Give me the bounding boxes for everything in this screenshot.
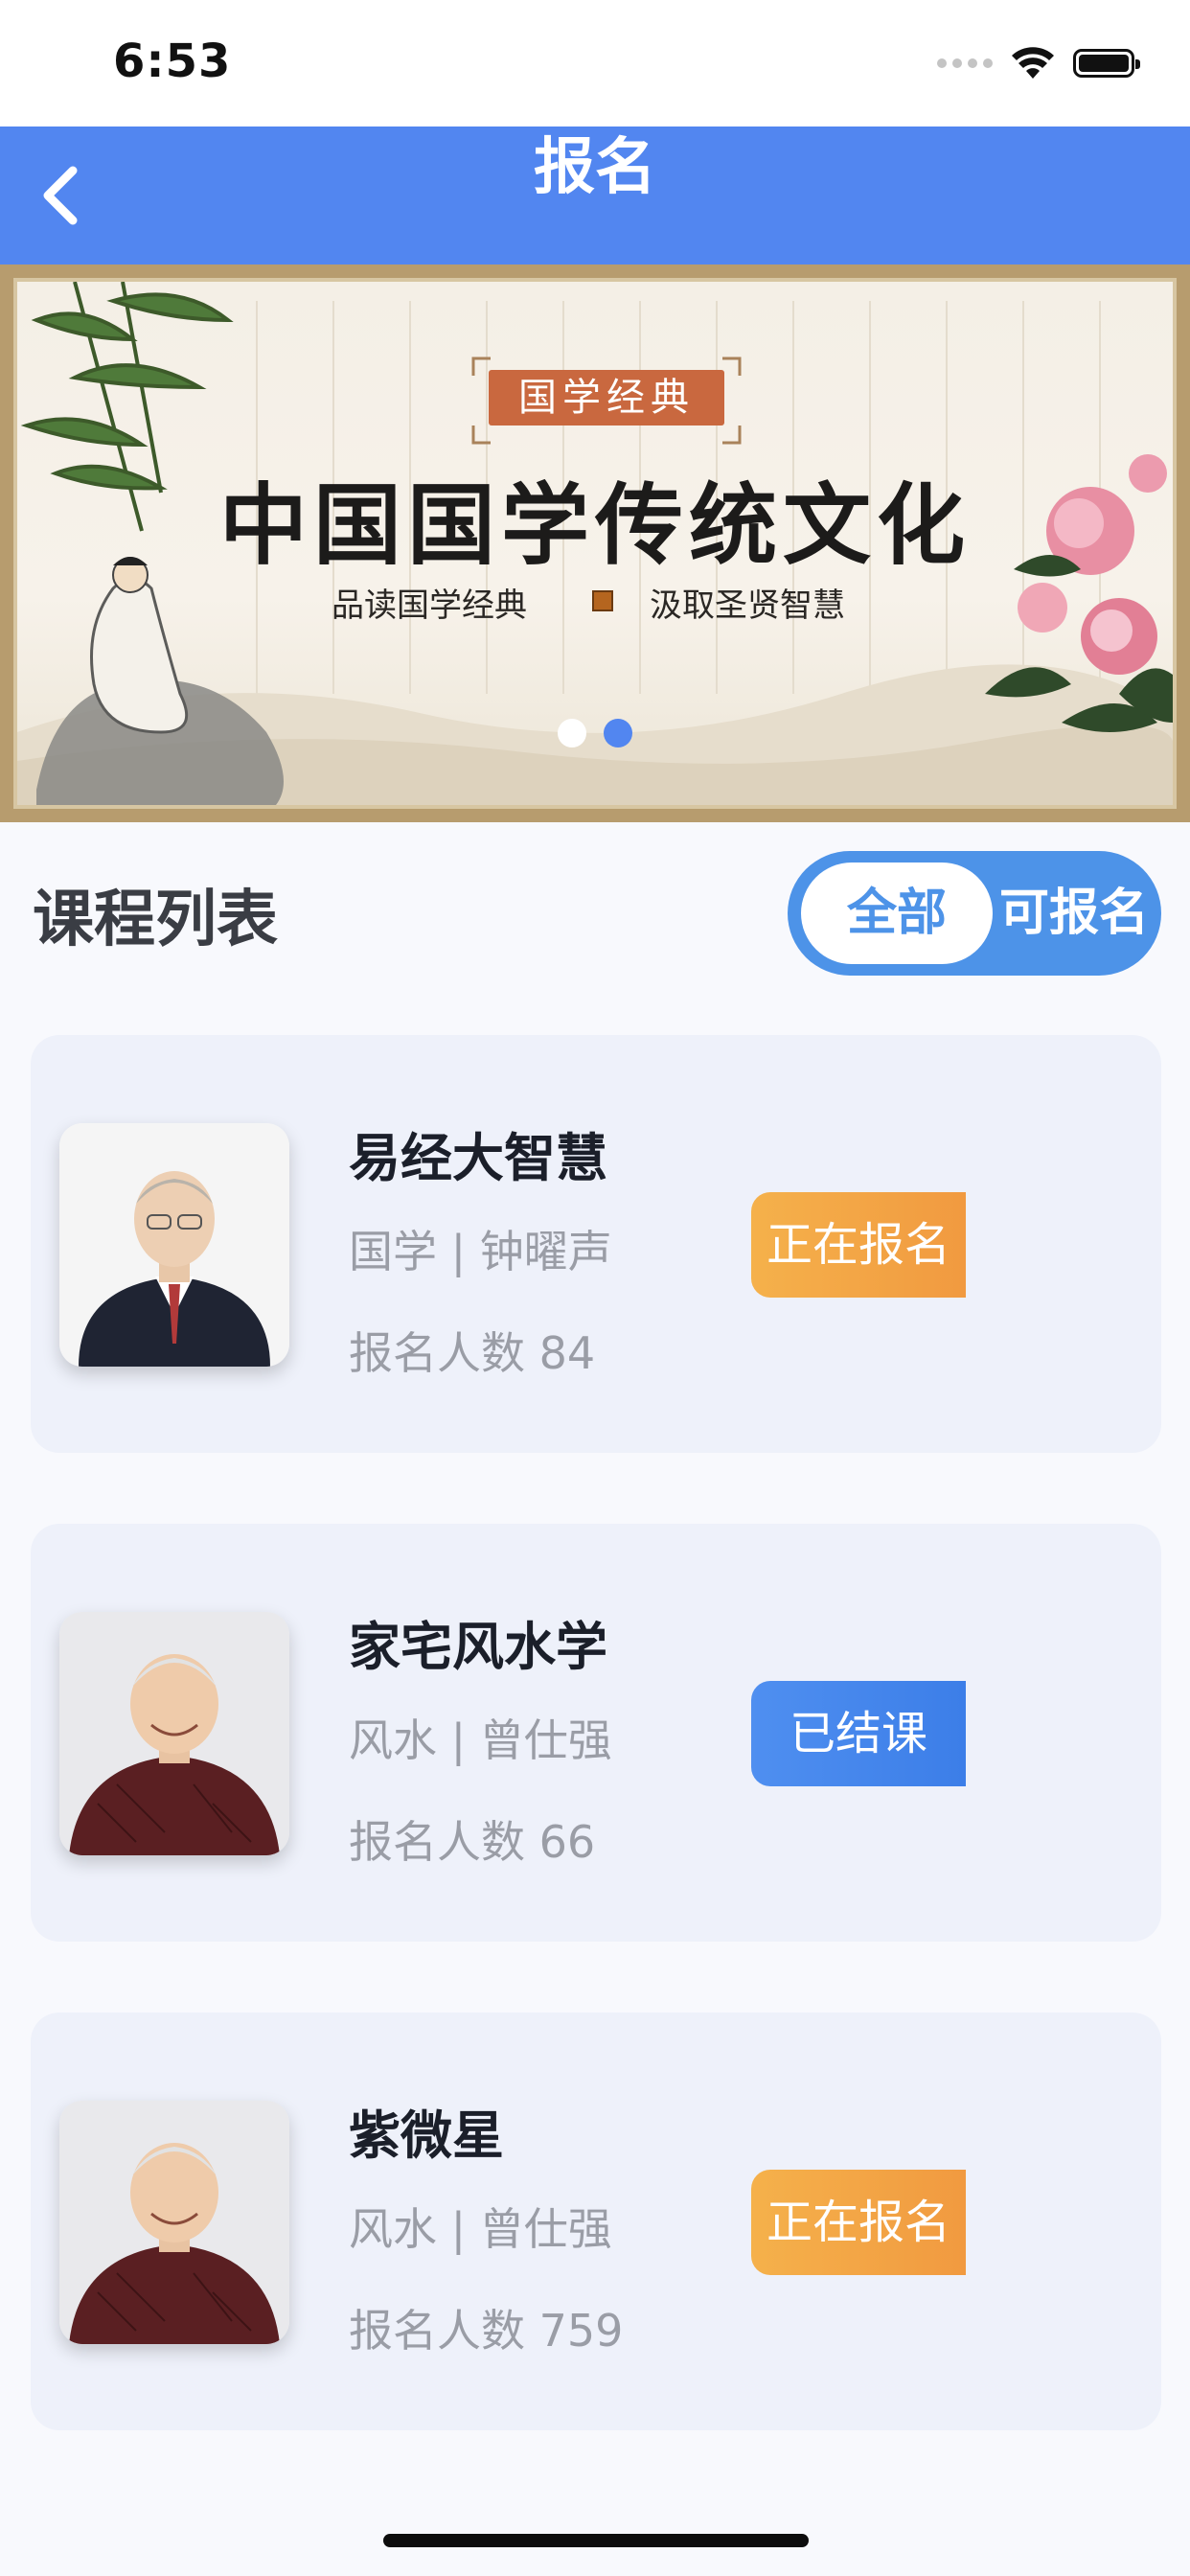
banner-subtitle-left: 品读国学经典 xyxy=(332,586,527,625)
course-category-teacher: 国学 | 钟曜声 xyxy=(349,1226,612,1277)
banner-image: 国学经典 中国国学传统文化 品读国学经典 汲取圣贤智慧 xyxy=(13,278,1177,809)
filter-all-option[interactable]: 全部 xyxy=(801,862,993,964)
course-card[interactable]: 家宅风水学 风水 | 曾仕强 报名人数 66 已结课 xyxy=(31,1524,1161,1942)
enrollment-count: 报名人数 84 xyxy=(349,1327,596,1379)
status-bar: 6:53 xyxy=(0,0,1190,126)
carousel-dot[interactable] xyxy=(558,719,586,748)
course-title: 易经大智慧 xyxy=(349,1128,607,1188)
status-icons xyxy=(937,42,1140,84)
status-time: 6:53 xyxy=(113,34,232,88)
filter-open-option[interactable]: 可报名 xyxy=(993,862,1156,964)
battery-icon xyxy=(1073,49,1140,78)
banner-headline: 中国国学传统文化 xyxy=(218,473,971,577)
course-title: 紫微星 xyxy=(349,2105,504,2166)
carousel-dot-active[interactable] xyxy=(604,719,632,748)
course-title: 家宅风水学 xyxy=(349,1617,607,1677)
course-ended-button[interactable]: 已结课 xyxy=(751,1681,966,1786)
course-category-teacher: 风水 | 曾仕强 xyxy=(349,1714,612,1766)
enroll-status-button[interactable]: 正在报名 xyxy=(751,1192,966,1298)
course-card[interactable]: 易经大智慧 国学 | 钟曜声 报名人数 84 正在报名 xyxy=(31,1035,1161,1453)
banner-seal-icon xyxy=(592,590,613,611)
wifi-icon xyxy=(1012,47,1054,79)
teacher-photo xyxy=(59,1123,289,1367)
teacher-photo xyxy=(59,1612,289,1855)
banner-carousel[interactable]: 国学经典 中国国学传统文化 品读国学经典 汲取圣贤智慧 xyxy=(0,264,1190,822)
teacher-avatar xyxy=(59,1123,289,1367)
home-indicator[interactable] xyxy=(383,2534,809,2547)
teacher-photo xyxy=(59,2101,289,2344)
enrollment-count: 报名人数 759 xyxy=(349,2305,624,2357)
course-list-title: 课程列表 xyxy=(33,885,278,955)
banner-subtitle-right: 汲取圣贤智慧 xyxy=(650,586,845,625)
enrollment-count: 报名人数 66 xyxy=(349,1816,596,1868)
enroll-status-button[interactable]: 正在报名 xyxy=(751,2170,966,2275)
course-card[interactable]: 紫微星 风水 | 曾仕强 报名人数 759 正在报名 xyxy=(31,2012,1161,2430)
filter-toggle: 全部 可报名 xyxy=(788,851,1161,976)
teacher-avatar xyxy=(59,1612,289,1855)
carousel-indicator xyxy=(17,719,1173,748)
banner-tag: 国学经典 xyxy=(489,370,724,426)
teacher-avatar xyxy=(59,2101,289,2344)
nav-bar: 报名 xyxy=(0,126,1190,264)
cellular-signal-icon xyxy=(937,58,993,68)
page-title: 报名 xyxy=(534,132,656,203)
course-category-teacher: 风水 | 曾仕强 xyxy=(349,2203,612,2255)
